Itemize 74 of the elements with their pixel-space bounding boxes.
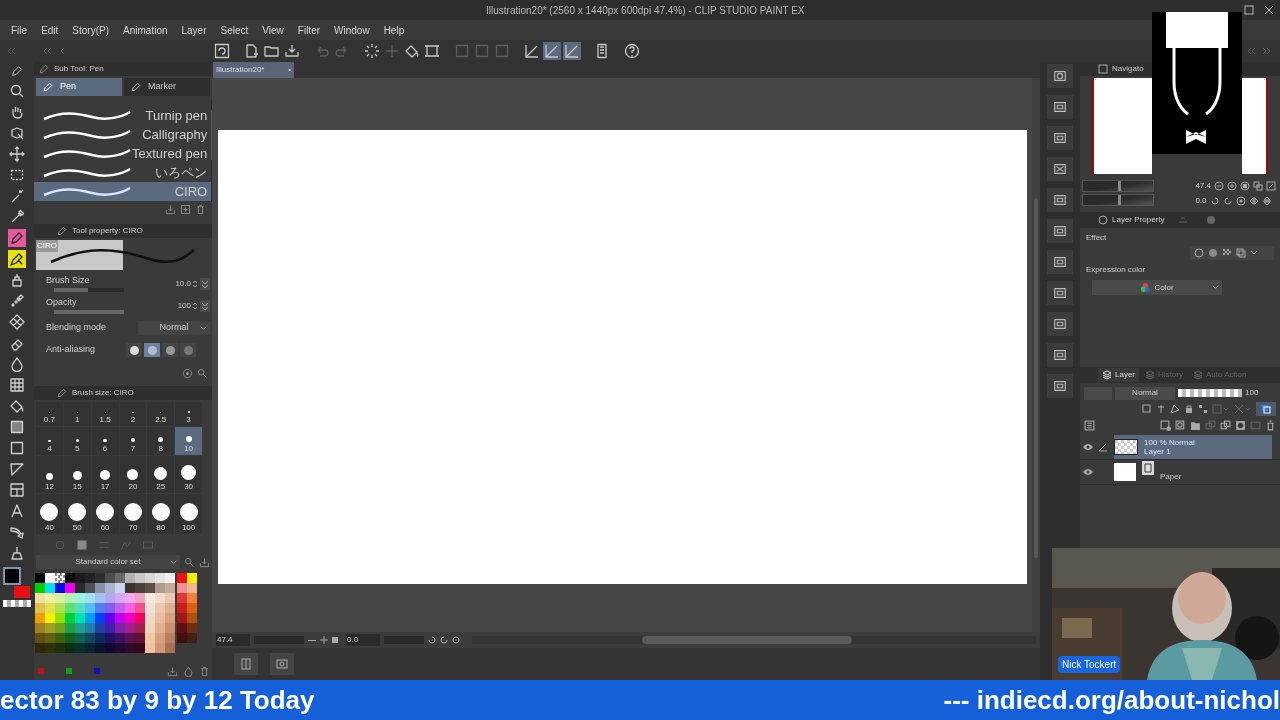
brush-size-option[interactable]: 1.5	[91, 402, 119, 426]
brush-size-option[interactable]: 2.5	[147, 402, 175, 426]
brush-size-option[interactable]: 25	[147, 456, 175, 493]
panel-title: Tool property: CIRO	[72, 225, 143, 237]
ticker-text: ector 83 by 9 by 12 Today	[0, 683, 315, 717]
property-label: Opacity	[46, 296, 77, 309]
brush-size-option[interactable]: 8	[147, 427, 175, 455]
tab[interactable]: Pen	[36, 78, 122, 96]
ticker-text: --- indiecd.org/about-nichol	[943, 683, 1280, 717]
layer-name: Layer 1	[1144, 447, 1172, 456]
property-label: Brush Size	[46, 274, 90, 287]
property-label: Anti-aliasing	[46, 343, 96, 357]
expression-color-dropdown[interactable]: Color	[1092, 280, 1222, 295]
document-tab[interactable]: Illustration20* •	[213, 62, 294, 78]
property-value[interactable]: 100	[177, 300, 191, 312]
property-label: Blending mode	[46, 321, 107, 335]
brush-list-item[interactable]: CIRO	[34, 182, 212, 201]
brush-size-option[interactable]: 1	[63, 402, 91, 426]
brush-size-option[interactable]: 5	[63, 427, 91, 455]
layer-row[interactable]: 100 % Normal Layer 1	[1114, 435, 1272, 459]
brush-size-option[interactable]: 80	[147, 494, 175, 534]
menu-item[interactable]: File	[4, 22, 35, 38]
brush-list-item[interactable]: いろペン	[34, 163, 212, 182]
brush-size-option[interactable]: 0.7	[36, 402, 63, 426]
name-tag: Nick Tockert	[1058, 656, 1121, 673]
angle-value[interactable]: 0.0	[346, 634, 380, 646]
brush-size-option[interactable]: 10	[175, 427, 202, 455]
brush-size-option[interactable]: 100	[175, 494, 202, 534]
panel-title: Navigato	[1112, 63, 1144, 75]
brush-size-option[interactable]: 4	[36, 427, 63, 455]
zoom-value[interactable]: 47.4	[216, 634, 250, 646]
menu-item[interactable]: View	[255, 22, 291, 38]
brush-size-option[interactable]: 17	[91, 456, 119, 493]
menu-item[interactable]: Help	[376, 22, 412, 38]
brush-list-item[interactable]: Calligraphy	[34, 125, 212, 144]
brush-size-option[interactable]: 15	[63, 456, 91, 493]
brush-size-option[interactable]: 6	[91, 427, 119, 455]
menu-item[interactable]: Layer	[174, 22, 214, 38]
layer-name: Paper	[1160, 471, 1182, 481]
layer-row[interactable]: Paper	[1114, 460, 1272, 484]
brush-size-option[interactable]: 7	[119, 427, 147, 455]
zoom-value: 47.4	[1195, 179, 1211, 192]
menu-item[interactable]: Animation	[116, 22, 175, 38]
brush-size-option[interactable]: 50	[63, 494, 91, 534]
tab[interactable]: Layer	[1098, 368, 1139, 382]
brush-size-option[interactable]: 2	[119, 402, 147, 426]
menu-item[interactable]: Story(P)	[65, 22, 117, 38]
window-title: Illustration20* (2560 x 1440px 600dpi 47.4%) - CLIP STUDIO PAINT EX	[486, 4, 805, 18]
section-label: Effect	[1085, 232, 1108, 244]
brush-size-option[interactable]: 12	[36, 456, 63, 493]
brush-size-option[interactable]: 30	[175, 456, 202, 493]
blend-mode-dropdown[interactable]: Normal	[138, 321, 210, 335]
menu-item[interactable]: Edit	[34, 22, 66, 38]
brush-size-option[interactable]: 20	[119, 456, 147, 493]
color-set-dropdown[interactable]: Standard color set	[36, 555, 180, 569]
brush-size-option[interactable]: 60	[91, 494, 119, 534]
brush-size-option[interactable]: 40	[36, 494, 63, 534]
menu-item[interactable]: Select	[213, 22, 256, 38]
brush-list-item[interactable]: Turnip pen	[34, 106, 212, 125]
blend-mode-dropdown[interactable]: Normal	[1115, 386, 1175, 400]
section-label: Expression color	[1085, 264, 1147, 276]
panel-title: Brush size: CIRO	[72, 387, 134, 399]
property-value[interactable]: 10.0	[175, 278, 191, 290]
panel-title: Layer Property	[1112, 214, 1165, 226]
opacity-value[interactable]: 100	[1245, 387, 1259, 399]
brush-size-option[interactable]: 3	[175, 402, 202, 426]
tab[interactable]: Marker	[124, 78, 210, 96]
menu-item[interactable]: Window	[327, 22, 377, 38]
brush-list-item[interactable]: Textured pen	[34, 144, 212, 163]
angle-value: 0.0	[1195, 194, 1207, 207]
layer-info: 100 % Normal	[1144, 438, 1195, 447]
brush-size-option[interactable]: 70	[119, 494, 147, 534]
menu-item[interactable]: Filter	[290, 22, 328, 38]
panel-title: Sub Tool: Pen	[54, 63, 104, 75]
